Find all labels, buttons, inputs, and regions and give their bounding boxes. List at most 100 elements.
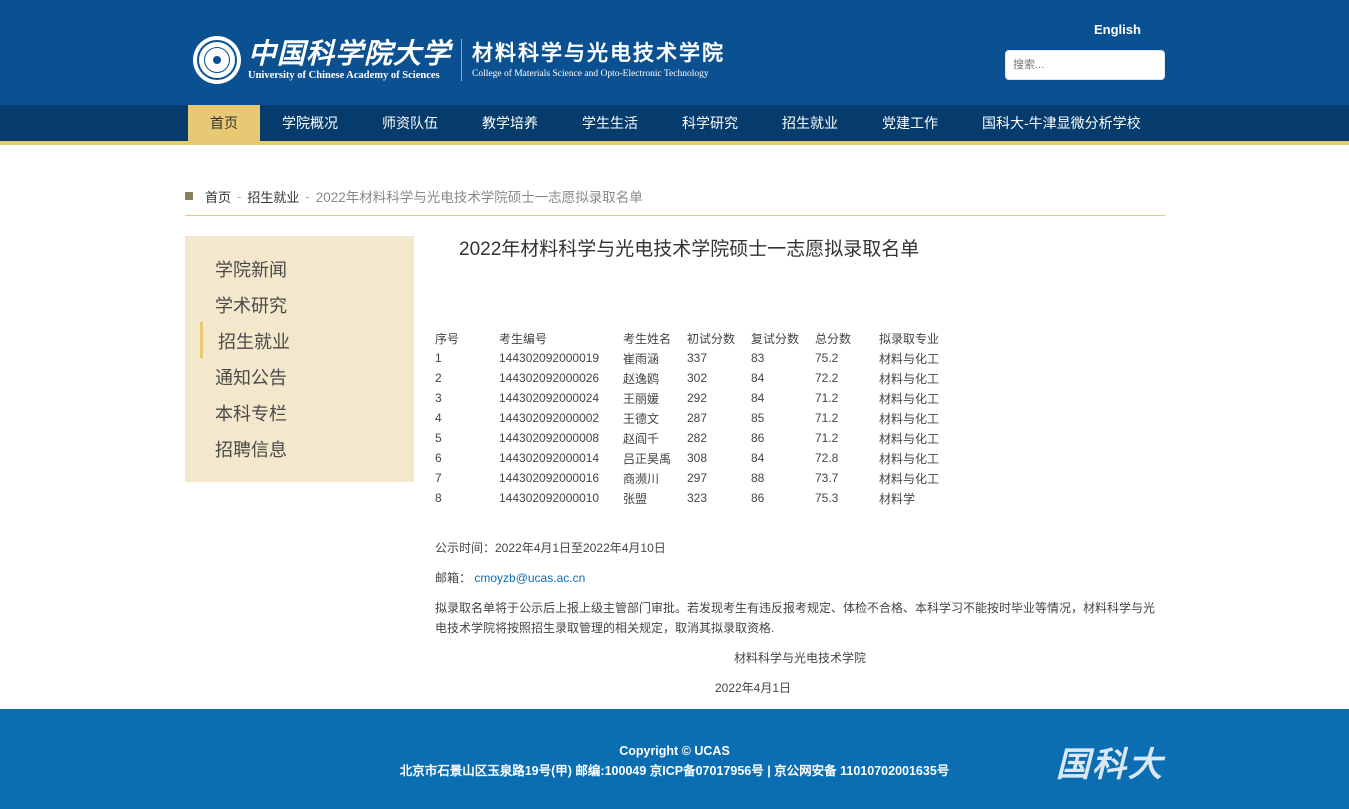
email-link[interactable]: cmoyzb@ucas.ac.cn [474, 571, 585, 585]
table-cell: 吕正昊禹 [623, 451, 672, 466]
nav-item-home[interactable]: 首页 [188, 105, 260, 141]
table-cell: 297 [687, 471, 708, 485]
nav-item-faculty[interactable]: 师资队伍 [360, 105, 460, 141]
table-header-row: 序号 考生编号 考生姓名 初试分数 复试分数 总分数 拟录取专业 [433, 328, 957, 348]
table-row: 4 144302092000002 王德文 287 85 71.2 材料与化工 [433, 408, 957, 428]
table-cell: 85 [751, 411, 765, 425]
column-header: 序号 [435, 331, 460, 346]
table-cell: 287 [687, 411, 708, 425]
table-cell: 3 [435, 391, 442, 405]
sidebar-item-jobs[interactable]: 招聘信息 [185, 436, 414, 472]
nav-item-student-life[interactable]: 学生生活 [560, 105, 660, 141]
breadcrumb: 首页 - 招生就业 - 2022年材料科学与光电技术学院硕士一志愿拟录取名单 [185, 186, 643, 206]
signature: 材料科学与光电技术学院 [733, 651, 866, 665]
table-cell: 材料学 [879, 491, 916, 506]
table-cell: 144302092000016 [499, 471, 600, 485]
nav-item-oxford-school[interactable]: 国科大-牛津显微分析学校 [960, 105, 1163, 141]
footer-logo: 国科大 [1056, 745, 1164, 785]
table-cell: 张盟 [623, 491, 648, 506]
table-cell: 材料与化工 [879, 451, 940, 466]
table-cell: 323 [687, 491, 708, 505]
table-cell: 7 [435, 471, 442, 485]
table-body: 1 144302092000019 崔雨涵 337 8 3 75.2 材料与化工 2 144302… [433, 348, 957, 508]
nav-item-research[interactable]: 科学研究 [660, 105, 760, 141]
table-cell: 材料与化工 [879, 411, 940, 426]
table-cell: 材料与化工 [879, 371, 940, 386]
english-language-link[interactable]: English [1094, 22, 1141, 37]
nav-item-teaching[interactable]: 教学培养 [460, 105, 560, 141]
college-name-en: College of Materials Science and Opto-El… [472, 69, 709, 79]
column-header: 考生编号 [499, 331, 548, 346]
table-cell: 144302092000002 [499, 411, 600, 425]
signature-date: 2022年4月1日 [714, 681, 792, 695]
table-row: 1 144302092000019 崔雨涵 337 83 75.2 材料与化工 [433, 348, 957, 368]
table-cell: 144302092000019 [499, 351, 600, 365]
table-cell: 144302092000010 [499, 491, 600, 505]
table-cell: 6 [435, 451, 442, 465]
nav-item-admissions[interactable]: 招生就业 [760, 105, 860, 141]
column-header: 复试分数 [751, 331, 800, 346]
main-nav-items: 首页 学院概况 师资队伍 教学培养 学生生活 科学研究 招生就业 党建工作 国科… [188, 105, 1163, 141]
breadcrumb-section-link[interactable]: 招生就业 [247, 187, 299, 206]
table-cell: 84 [751, 451, 765, 465]
table-row: 2 144302092000026 赵逸鸥 302 84 72.2 材料与化工 [433, 368, 957, 388]
table-cell: 1 [435, 351, 442, 365]
college-wordmark: 材料科学与光电技术学院 College of Materials Science… [472, 39, 725, 81]
college-name-cn: 材料科学与光电技术学院 [472, 40, 726, 65]
table-cell: 71.2 [815, 391, 839, 405]
table-cell: 材料与化工 [879, 431, 940, 446]
table-cell: 材料与化工 [879, 391, 940, 406]
table-cell: 72.2 [815, 371, 839, 385]
column-header: 总分数 [815, 331, 852, 346]
column-header: 初试分数 [687, 331, 736, 346]
breadcrumb-separator: - [237, 188, 242, 204]
table-cell: 302 [687, 371, 708, 385]
article-title: 2022年材料科学与光电技术学院硕士一志愿拟录取名单 [459, 239, 920, 260]
table-cell: 材料与化工 [879, 351, 940, 366]
table-cell: 86 [751, 431, 765, 445]
table-cell: 337 [687, 351, 708, 365]
nav-item-about[interactable]: 学院概况 [260, 105, 360, 141]
sidebar-item-admissions[interactable]: 招生就业 [185, 322, 414, 364]
breadcrumb-home-link[interactable]: 首页 [205, 187, 231, 206]
sidebar-item-notices[interactable]: 通知公告 [185, 364, 414, 400]
nav-accent-stripe [0, 141, 1349, 145]
contact-email-line: 邮箱： cmoyzb@ucas.ac.cn [435, 568, 585, 588]
table-cell: 2 [435, 371, 442, 385]
table-cell: 商濒川 [623, 471, 660, 486]
admission-table: 序号 考生编号 考生姓名 初试分数 复试分数 总分数 拟录取专业 1 144302… [433, 328, 957, 508]
search-input[interactable] [1006, 51, 1164, 79]
breadcrumb-current: 2022年材料科学与光电技术学院硕士一志愿拟录取名单 [315, 190, 643, 205]
sidebar-item-college-news[interactable]: 学院新闻 [185, 256, 414, 292]
nav-item-party[interactable]: 党建工作 [860, 105, 960, 141]
sidebar-item-academic-research[interactable]: 学术研究 [185, 292, 414, 328]
table-row: 6 144302092000014 吕正昊禹 308 84 72.8 材料与化工 [433, 448, 957, 468]
table-cell: 292 [687, 391, 708, 405]
table-cell: 王丽媛 [623, 391, 660, 406]
breadcrumb-divider [185, 215, 1165, 216]
admission-note: 拟录取名单将于公示后上报上级主管部门审批。若发现考生有违反报考规定、体检不合格、… [435, 601, 1156, 635]
table-cell: 8 [435, 491, 442, 505]
table-cell: 282 [687, 431, 708, 445]
table-cell: 73.7 [815, 471, 839, 485]
table-cell: 75.2 [815, 351, 839, 365]
main-nav: 首页 学院概况 师资队伍 教学培养 学生生活 科学研究 招生就业 党建工作 国科… [0, 105, 1349, 141]
table-cell: 赵逸鸥 [623, 371, 660, 386]
table-cell: 材料与化工 [879, 471, 940, 486]
table-row: 3 144302092000024 王丽媛 292 84 71.2 材料与化工 [433, 388, 957, 408]
site-logo[interactable]: 中国科学院大学 University of Chinese Academy of… [193, 31, 725, 89]
table-cell: 144302092000014 [499, 451, 600, 465]
table-cell: 王德文 [623, 411, 660, 426]
search-box [1005, 50, 1165, 80]
column-header: 考生姓名 [623, 331, 672, 346]
table-cell: 86 [751, 491, 765, 505]
table-cell: 崔雨涵 [623, 351, 660, 366]
table-cell: 赵阎千 [623, 431, 660, 446]
ucas-name-cn: 中国科学院大学 [248, 37, 452, 70]
sidebar-item-undergraduate[interactable]: 本科专栏 [185, 400, 414, 436]
table-cell: 71.2 [815, 431, 839, 445]
table-cell: 75.3 [815, 491, 839, 505]
table-cell: 72.8 [815, 451, 839, 465]
table-row: 7 144302092000016 商濒川 297 88 73.7 材料与化工 [433, 468, 957, 488]
table-row: 8 144302092000010 张盟 323 86 75.3 材料学 [433, 488, 957, 508]
